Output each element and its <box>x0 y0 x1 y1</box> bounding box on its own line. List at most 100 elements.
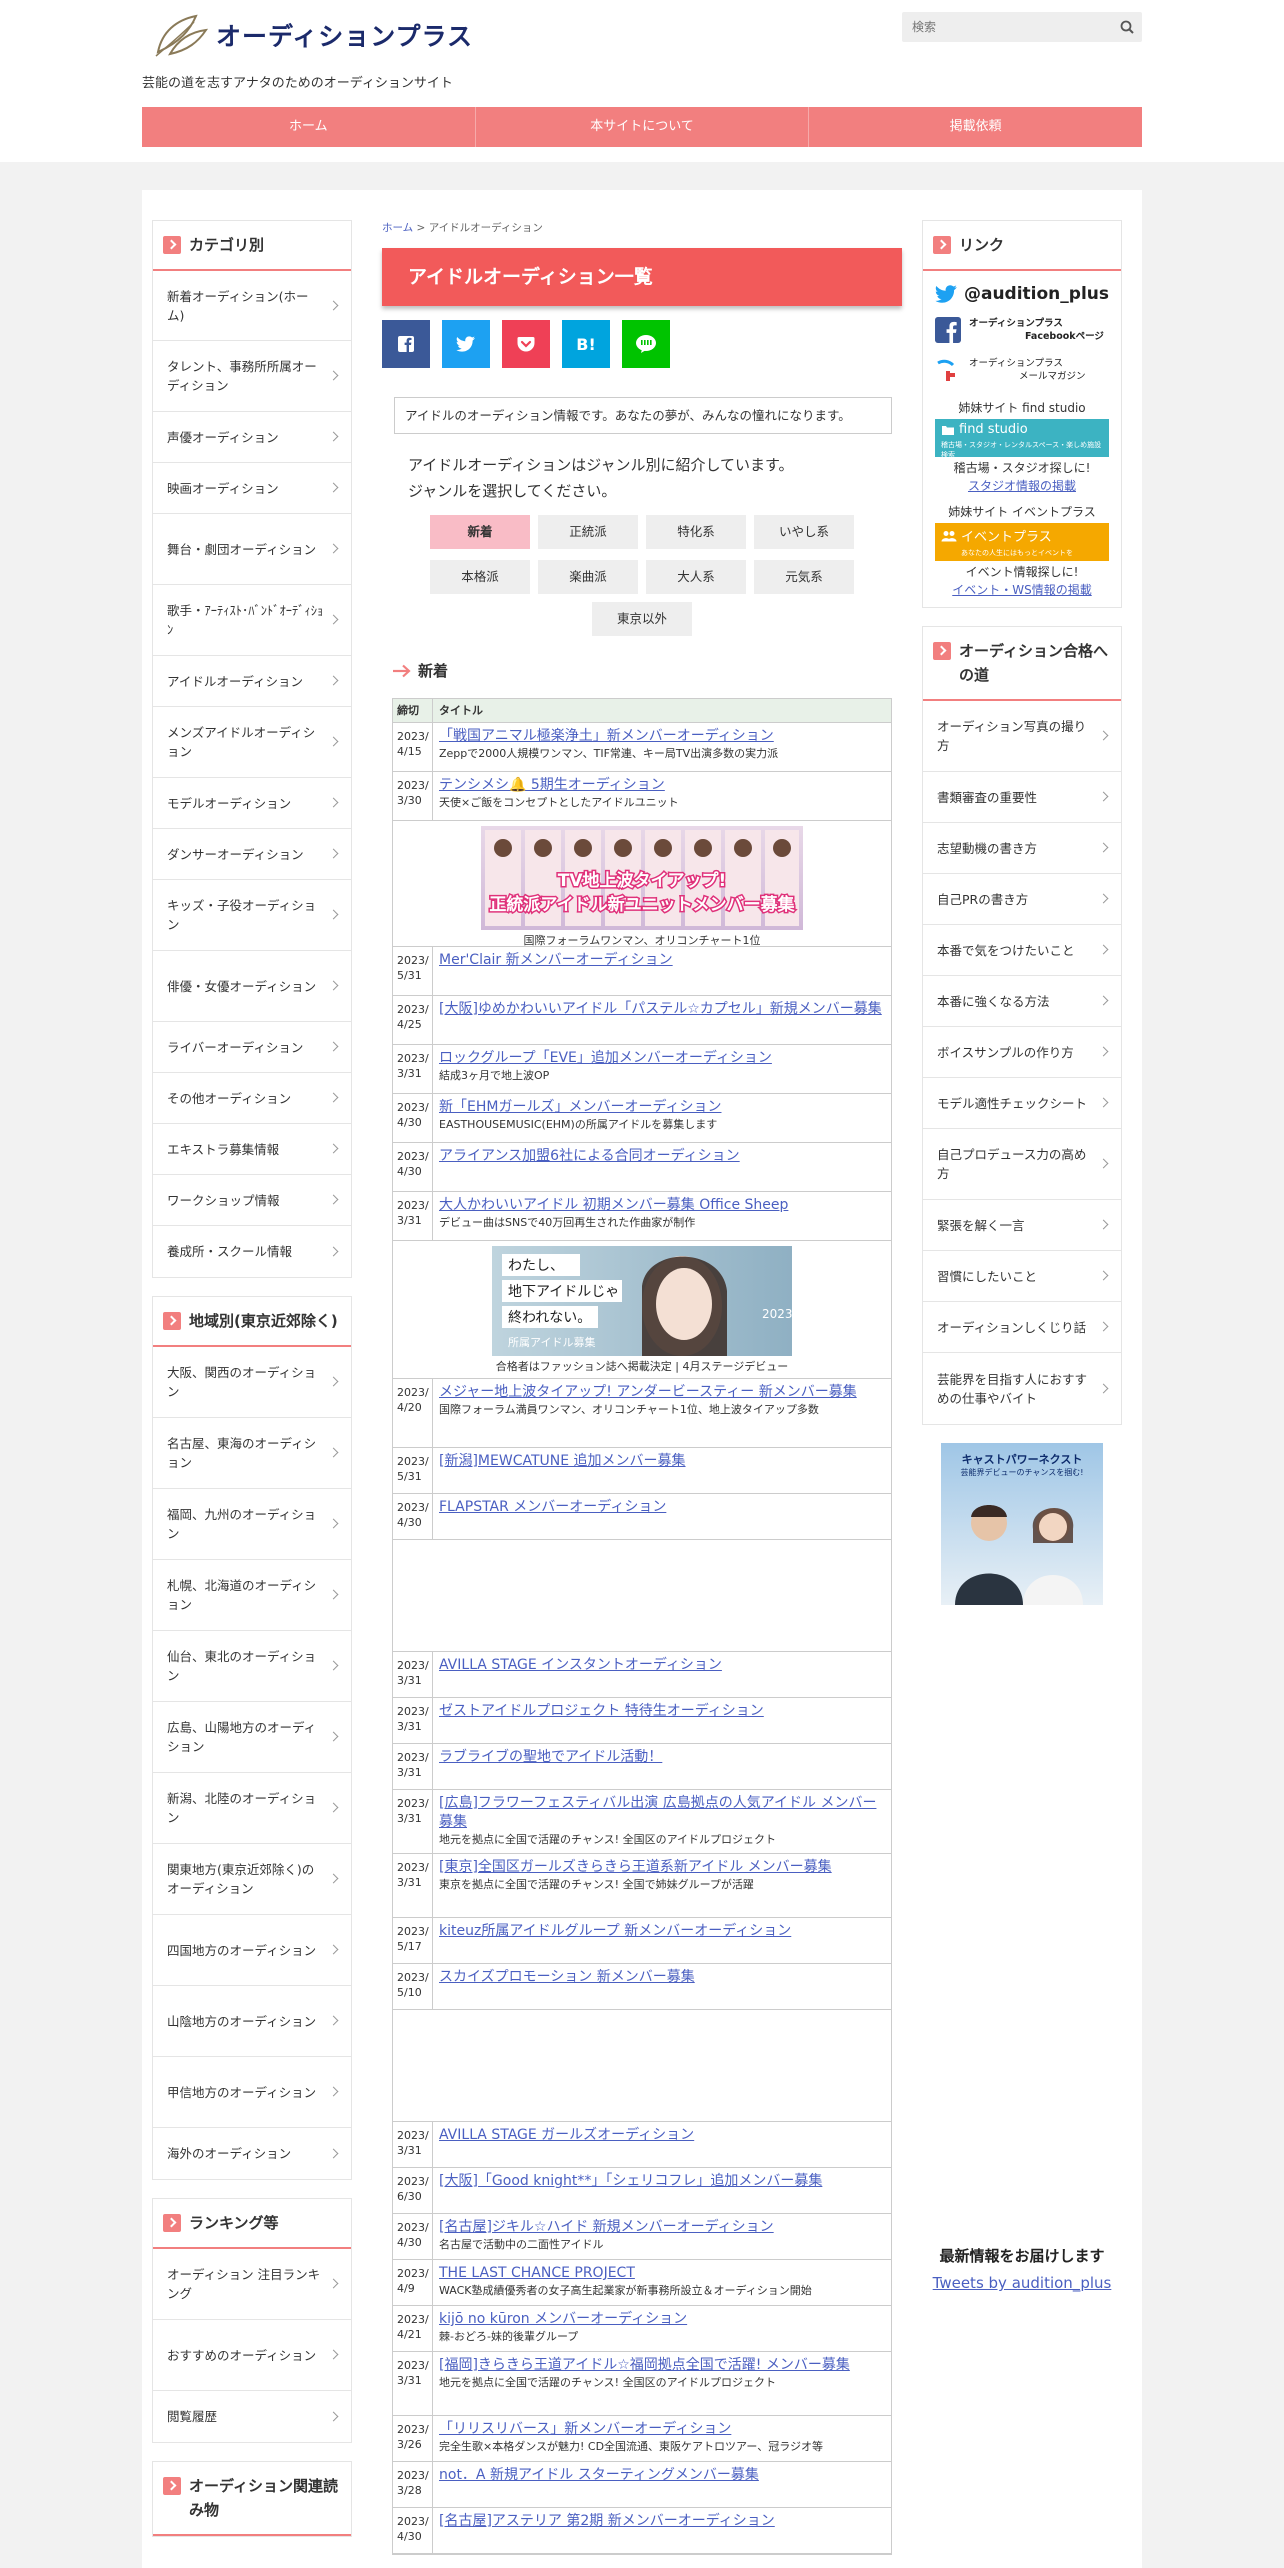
audition-title-link[interactable]: ラブライブの聖地でアイドル活動！ <box>439 1748 885 1767</box>
eventplus-listing-link[interactable]: イベント・WS情報の掲載 <box>952 583 1091 597</box>
genre-orthodox-button[interactable]: 正統派 <box>538 515 638 549</box>
guide-item[interactable]: 習慣にしたいこと <box>923 1251 1121 1302</box>
breadcrumb-home-link[interactable]: ホーム <box>382 222 413 234</box>
audition-title-link[interactable]: 大人かわいいアイドル 初期メンバー募集 Office Sheep <box>439 1196 885 1215</box>
audition-title-link[interactable]: THE LAST CHANCE PROJECT <box>439 2264 885 2283</box>
genre-adult-button[interactable]: 大人系 <box>646 560 746 594</box>
region-item[interactable]: 仙台、東北のオーディション <box>153 1631 351 1702</box>
genre-healing-button[interactable]: いやし系 <box>754 515 854 549</box>
region-item[interactable]: 新潟、北陸のオーディション <box>153 1773 351 1844</box>
category-item[interactable]: その他オーディション <box>153 1073 351 1124</box>
guide-item[interactable]: オーディション写真の撮り方 <box>923 701 1121 772</box>
genre-energetic-button[interactable]: 元気系 <box>754 560 854 594</box>
category-item[interactable]: 歌手・ｱｰﾃｨｽﾄ･ﾊﾞﾝﾄﾞｵｰﾃﾞｨｼｮﾝ <box>153 585 351 656</box>
category-item[interactable]: 養成所・スクール情報 <box>153 1226 351 1277</box>
genre-outside-tokyo-button[interactable]: 東京以外 <box>592 602 692 636</box>
guide-item[interactable]: オーディションしくじり話 <box>923 1302 1121 1353</box>
category-item[interactable]: ワークショップ情報 <box>153 1175 351 1226</box>
category-item[interactable]: タレント、事務所所属オーディション <box>153 341 351 412</box>
hatena-bookmark-button[interactable]: B! <box>562 320 610 368</box>
castpower-next-ad[interactable]: キャストパワーネクスト 芸能界デビューのチャンスを掴む! <box>941 1443 1103 1605</box>
category-item[interactable]: モデルオーディション <box>153 778 351 829</box>
audition-title-link[interactable]: Mer'Clair 新メンバーオーディション <box>439 951 885 970</box>
tweets-link[interactable]: Tweets by audition_plus <box>933 2274 1112 2292</box>
audition-title-link[interactable]: [名古屋]アステリア 第2期 新メンバーオーディション <box>439 2512 885 2531</box>
audition-title-link[interactable]: 「戦国アニマル極楽浄土」新メンバーオーディション <box>439 727 885 746</box>
genre-authentic-button[interactable]: 本格派 <box>430 560 530 594</box>
audition-title-link[interactable]: ロックグループ「EVE」追加メンバーオーディション <box>439 1049 885 1068</box>
category-item[interactable]: 舞台・劇団オーディション <box>153 514 351 585</box>
audition-title-link[interactable]: スカイズプロモーション 新メンバー募集 <box>439 1968 885 1987</box>
audition-title-link[interactable]: [東京]全国区ガールズきらきら王道系新アイドル メンバー募集 <box>439 1858 885 1877</box>
guide-item[interactable]: 芸能界を目指す人におすすめの仕事やバイト <box>923 1353 1121 1424</box>
mail-magazine-link[interactable]: オーディションプラス メールマガジン <box>923 349 1121 391</box>
audition-title-link[interactable]: [広島]フラワーフェスティバル出演 広島拠点の人気アイドル メンバー募集 <box>439 1794 885 1832</box>
region-item[interactable]: 海外のオーディション <box>153 2128 351 2179</box>
region-item[interactable]: 福岡、九州のオーディション <box>153 1489 351 1560</box>
category-item[interactable]: 俳優・女優オーディション <box>153 951 351 1022</box>
guide-item[interactable]: 志望動機の書き方 <box>923 823 1121 874</box>
ranking-item[interactable]: おすすめのオーディション <box>153 2320 351 2391</box>
audition-title-link[interactable]: 「リリスリバース」新メンバーオーディション <box>439 2420 885 2439</box>
nav-listing-request[interactable]: 掲載依頼 <box>809 107 1142 147</box>
audition-title-link[interactable]: [新潟]MEWCATUNE 追加メンバー募集 <box>439 1452 885 1471</box>
ranking-item[interactable]: オーディション 注目ランキング <box>153 2249 351 2320</box>
guide-item[interactable]: 書類審査の重要性 <box>923 772 1121 823</box>
region-item[interactable]: 広島、山陽地方のオーディション <box>153 1702 351 1773</box>
audition-title-link[interactable]: not．A 新規アイドル スターティングメンバー募集 <box>439 2466 885 2485</box>
audition-title-link[interactable]: AVILLA STAGE ガールズオーディション <box>439 2126 885 2145</box>
category-item[interactable]: 映画オーディション <box>153 463 351 514</box>
region-item[interactable]: 名古屋、東海のオーディション <box>153 1418 351 1489</box>
category-item[interactable]: ダンサーオーディション <box>153 829 351 880</box>
audition-title-link[interactable]: AVILLA STAGE インスタントオーディション <box>439 1656 885 1675</box>
audition-title-link[interactable]: [福岡]きらきら王道アイドル☆福岡拠点全国で活躍! メンバー募集 <box>439 2356 885 2375</box>
guide-item[interactable]: 本番で気をつけたいこと <box>923 925 1121 976</box>
region-item[interactable]: 山陰地方のオーディション <box>153 1986 351 2057</box>
guide-item[interactable]: 自己プロデュース力の高め方 <box>923 1129 1121 1200</box>
eventplus-banner[interactable]: イベントプラス あなたの人生にはもっとイベントを <box>935 523 1109 561</box>
region-item[interactable]: 四国地方のオーディション <box>153 1915 351 1986</box>
audition-title-link[interactable]: 新「EHMガールズ」メンバーオーディション <box>439 1098 885 1117</box>
genre-new-button[interactable]: 新着 <box>430 515 530 549</box>
guide-item[interactable]: 自己PRの書き方 <box>923 874 1121 925</box>
search-input[interactable] <box>902 12 1102 42</box>
category-item[interactable]: アイドルオーディション <box>153 656 351 707</box>
ranking-item[interactable]: 閲覧履歴 <box>153 2391 351 2442</box>
region-item[interactable]: 関東地方(東京近郊除く)のオーディション <box>153 1844 351 1915</box>
twitter-share-button[interactable] <box>442 320 490 368</box>
guide-item[interactable]: 緊張を解く一言 <box>923 1200 1121 1251</box>
search-icon[interactable] <box>1120 20 1134 34</box>
nav-home[interactable]: ホーム <box>142 107 476 147</box>
audition-title-link[interactable]: kiteuz所属アイドルグループ 新メンバーオーディション <box>439 1922 885 1941</box>
audition-title-link[interactable]: FLAPSTAR メンバーオーディション <box>439 1498 885 1517</box>
category-item[interactable]: メンズアイドルオーディション <box>153 707 351 778</box>
guide-item[interactable]: ボイスサンプルの作り方 <box>923 1027 1121 1078</box>
twitter-follow-link[interactable]: @audition_plus <box>923 271 1121 311</box>
category-item[interactable]: ライバーオーディション <box>153 1022 351 1073</box>
facebook-page-link[interactable]: オーディションプラス Facebookページ <box>923 311 1121 349</box>
category-item[interactable]: キッズ・子役オーディション <box>153 880 351 951</box>
region-item[interactable]: 甲信地方のオーディション <box>153 2057 351 2128</box>
findstudio-listing-link[interactable]: スタジオ情報の掲載 <box>968 479 1076 493</box>
audition-title-link[interactable]: アライアンス加盟6社による合同オーディション <box>439 1147 885 1166</box>
audition-title-link[interactable]: kijō no kūron メンバーオーディション <box>439 2310 885 2329</box>
idol-unit-banner[interactable]: TV地上波タイアップ! 正統派アイドル新ユニットメンバー募集 <box>481 826 803 930</box>
guide-item[interactable]: モデル適性チェックシート <box>923 1078 1121 1129</box>
category-item[interactable]: 新着オーディション(ホーム) <box>153 271 351 341</box>
audition-title-link[interactable]: [大阪]ゆめかわいいアイドル「パステル☆カプセル」新規メンバー募集 <box>439 1000 885 1019</box>
category-item[interactable]: エキストラ募集情報 <box>153 1124 351 1175</box>
office-sheep-banner[interactable]: わたし、 地下アイドルじゃ 終われない。 2023 所属アイドル募集 <box>492 1246 793 1356</box>
audition-title-link[interactable]: [大阪]「Good knight**」「シェリコフレ」追加メンバー募集 <box>439 2172 885 2191</box>
facebook-share-button[interactable] <box>382 320 430 368</box>
region-item[interactable]: 札幌、北海道のオーディション <box>153 1560 351 1631</box>
audition-title-link[interactable]: メジャー地上波タイアップ! アンダービースティー 新メンバー募集 <box>439 1383 885 1402</box>
audition-title-link[interactable]: テンシメシ🔔 5期生オーディション <box>439 776 885 795</box>
genre-music-button[interactable]: 楽曲派 <box>538 560 638 594</box>
genre-specialized-button[interactable]: 特化系 <box>646 515 746 549</box>
site-logo[interactable]: オーディションプラス <box>150 10 473 60</box>
audition-title-link[interactable]: [名古屋]ジキル☆ハイド 新規メンバーオーディション <box>439 2218 885 2237</box>
findstudio-banner[interactable]: find studio 稽古場・スタジオ・レンタルスペース・楽しめ施設検索 <box>935 419 1109 459</box>
region-item[interactable]: 大阪、関西のオーディション <box>153 1347 351 1418</box>
nav-about[interactable]: 本サイトについて <box>476 107 810 147</box>
category-item[interactable]: 声優オーディション <box>153 412 351 463</box>
